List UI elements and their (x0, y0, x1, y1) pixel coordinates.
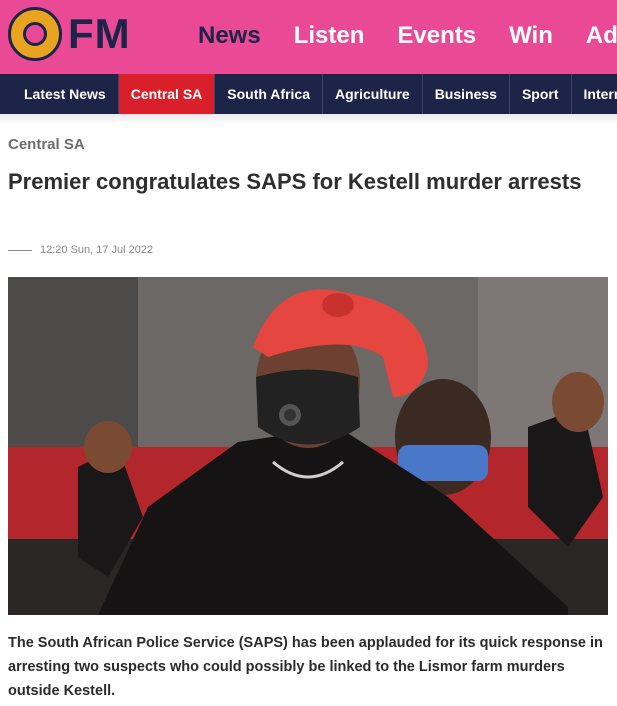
article-photo (8, 277, 608, 615)
article-lead: The South African Police Service (SAPS) … (8, 635, 603, 699)
date-rule (8, 249, 32, 251)
nav-shadow (0, 114, 617, 124)
nav-events[interactable]: Events (397, 16, 476, 56)
logo-o-mark (8, 7, 62, 61)
article-dateline: 12:20 Sun, 17 Jul 2022 (8, 244, 153, 256)
article-title: Premier congratulates SAPS for Kestell m… (8, 169, 582, 194)
nav-advertise[interactable]: Adv (586, 16, 617, 56)
nav-news[interactable]: News (198, 16, 261, 56)
ofm-logo[interactable]: FM (8, 5, 148, 65)
nav-listen[interactable]: Listen (294, 16, 365, 56)
nav-win[interactable]: Win (509, 16, 553, 56)
photo-illustration (8, 277, 608, 615)
site-header: FM News Listen Events Win Adv (0, 0, 617, 74)
subnav-business[interactable]: Business (423, 74, 510, 114)
subnav-agriculture[interactable]: Agriculture (323, 74, 423, 114)
article-category[interactable]: Central SA (8, 136, 85, 153)
article-date: 12:20 Sun, 17 Jul 2022 (40, 244, 154, 256)
subnav-latest-news[interactable]: Latest News (0, 74, 119, 114)
logo-text: FM (68, 10, 131, 57)
subnav-international[interactable]: Intern (572, 74, 617, 114)
subnav-sport[interactable]: Sport (510, 74, 572, 114)
primary-nav: News Listen Events Win Adv (198, 16, 617, 56)
subnav-south-africa[interactable]: South Africa (215, 74, 323, 114)
section-nav: Latest News Central SA South Africa Agri… (0, 74, 617, 114)
subnav-central-sa[interactable]: Central SA (118, 74, 216, 114)
